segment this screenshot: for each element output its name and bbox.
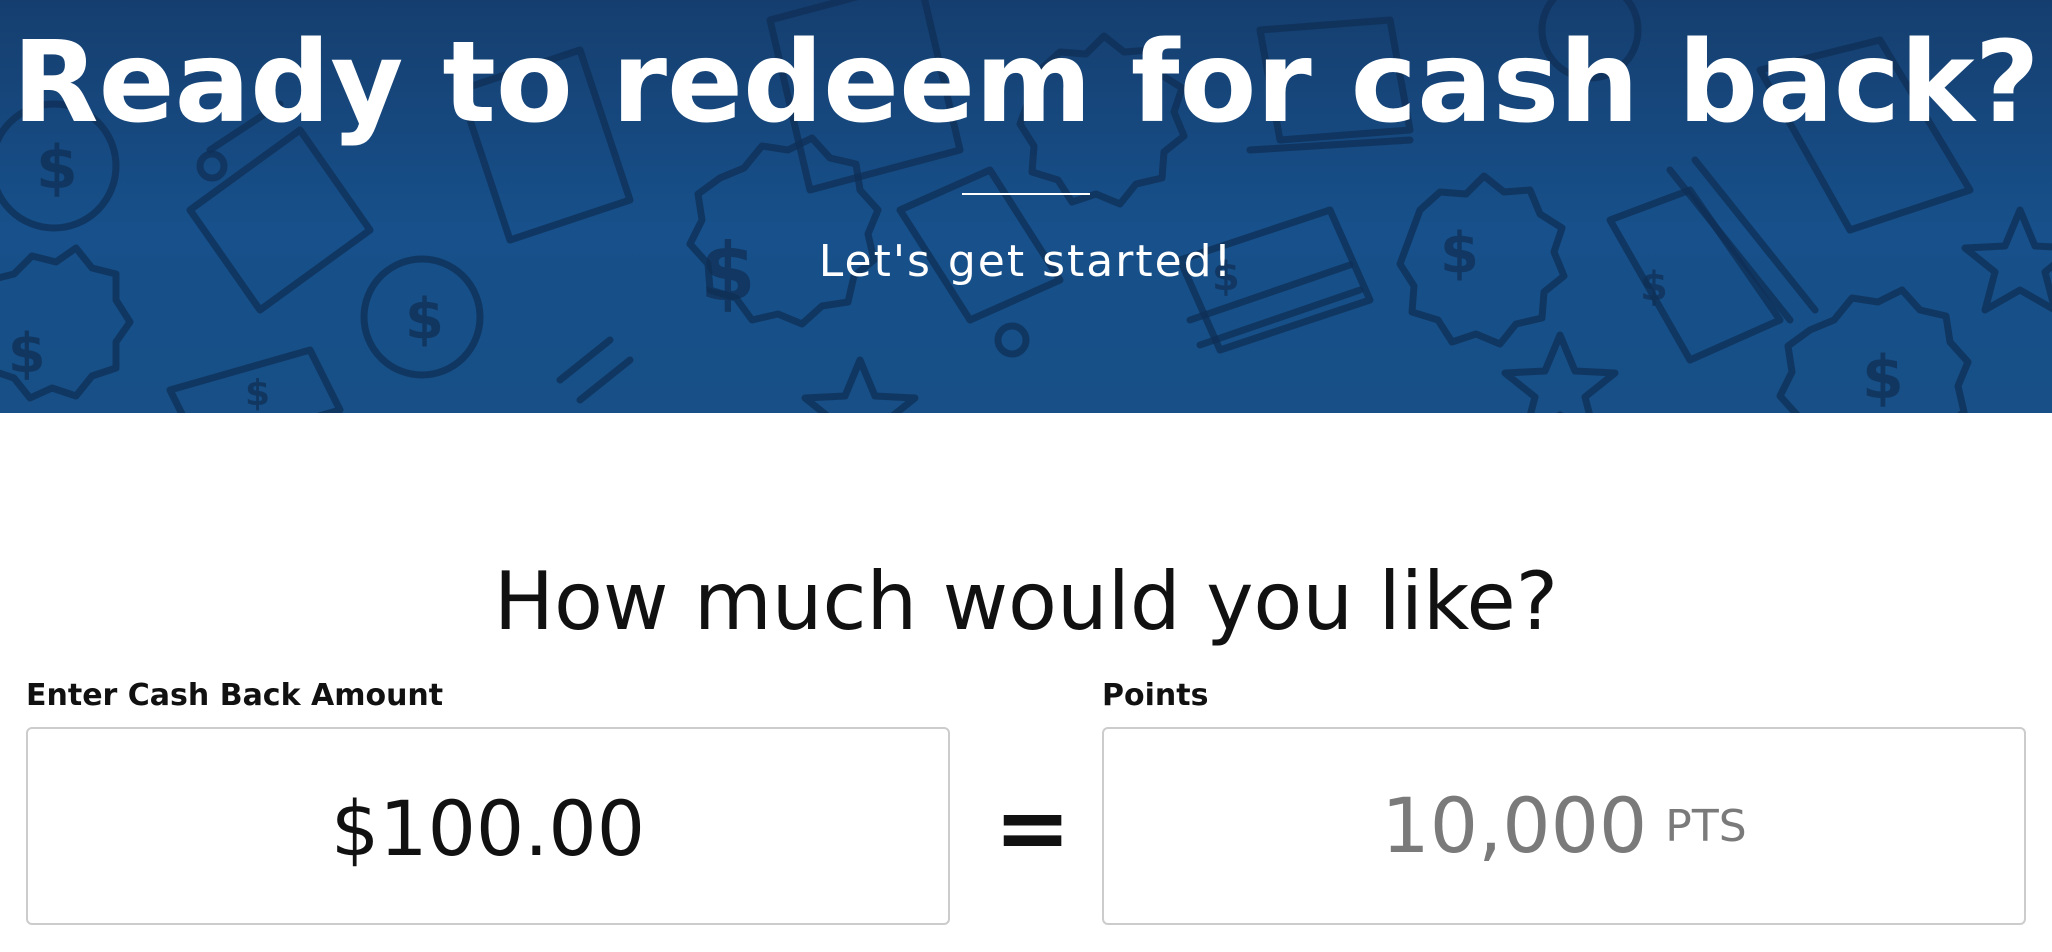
svg-text:$: $ — [8, 322, 46, 385]
svg-text:$: $ — [245, 373, 270, 413]
equals-sign: = — [994, 774, 1072, 881]
cash-amount-label: Enter Cash Back Amount — [26, 678, 444, 713]
points-field: 10,000 PTS — [1102, 727, 2026, 925]
svg-text:$: $ — [1862, 343, 1904, 413]
cash-amount-input[interactable] — [28, 783, 948, 873]
hero-subtitle: Let's get started! — [818, 236, 1234, 287]
cash-amount-field[interactable] — [26, 727, 950, 925]
points-value: 10,000 — [1381, 781, 1648, 870]
hero-divider — [962, 193, 1090, 195]
svg-text:$: $ — [405, 287, 444, 352]
hero-title: Ready to redeem for cash back? — [12, 18, 2040, 148]
hero-banner: $ $ $ $ $ $ $ $ $ Ready to redeem for ca… — [0, 0, 2052, 413]
points-label: Points — [1102, 678, 1209, 713]
points-unit: PTS — [1665, 800, 1747, 852]
amount-question-heading: How much would you like? — [493, 555, 1559, 648]
